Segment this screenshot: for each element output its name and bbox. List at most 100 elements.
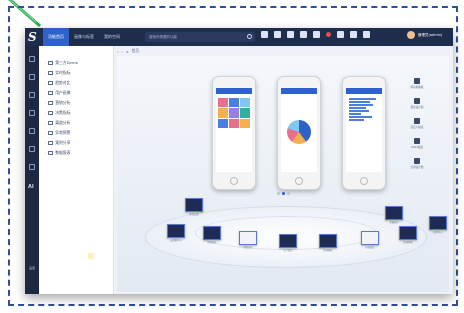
- feature-item[interactable]: 自定义报表: [402, 118, 432, 129]
- lock-icon[interactable]: [300, 31, 307, 38]
- chevron-right-icon: ›: [45, 101, 47, 105]
- dashboard-thumbnail[interactable]: 指挥中心: [429, 216, 447, 234]
- pie-chart-icon: [287, 120, 311, 144]
- chevron-right-icon: ›: [45, 111, 47, 115]
- phone-screen: [281, 88, 317, 172]
- folder-icon[interactable]: [29, 128, 35, 134]
- phone-screen: [216, 88, 252, 172]
- folder-icon: [48, 131, 54, 135]
- feature-item[interactable]: 大屏设计器: [402, 158, 432, 169]
- carousel-dot-active[interactable]: [282, 192, 285, 195]
- chevron-right-icon[interactable]: ›: [122, 49, 124, 54]
- settings-icon[interactable]: [337, 31, 344, 38]
- grid-icon[interactable]: [350, 31, 357, 38]
- dashboard-thumbnail[interactable]: 生产监控: [279, 234, 297, 252]
- tree-item[interactable]: › 第三方Demo: [45, 60, 78, 66]
- folder-icon: [48, 111, 54, 115]
- avatar[interactable]: [407, 31, 415, 39]
- app-logo[interactable]: S: [28, 29, 40, 45]
- dashboard-thumbnail[interactable]: 运营监控: [361, 231, 379, 249]
- folder-icon: [48, 81, 54, 85]
- tile-grid: [218, 98, 250, 128]
- carousel-dot[interactable]: [277, 192, 280, 195]
- chevron-right-icon: ›: [45, 61, 47, 65]
- puzzle-icon: [414, 138, 420, 144]
- feature-item[interactable]: ADAS报表: [402, 138, 432, 149]
- dashboard-icon[interactable]: [29, 74, 35, 80]
- phone-preview[interactable]: [277, 76, 321, 190]
- feature-item[interactable]: 报表设计器: [402, 98, 432, 109]
- tree-item[interactable]: › 案例分享: [45, 140, 70, 146]
- folder-tree: › 第三方Demo › 实时指标 › 趋势对比 › 用户画像 › 营销分析 › 决策指标 ›…: [39, 46, 114, 294]
- dashboard-thumbnail[interactable]: 物流看板: [319, 234, 337, 252]
- phone-preview[interactable]: [342, 76, 386, 190]
- table-icon[interactable]: [29, 164, 35, 170]
- settings-nav-item[interactable]: 设置: [28, 266, 36, 270]
- chart-icon[interactable]: [29, 110, 35, 116]
- carousel-dot[interactable]: [287, 192, 290, 195]
- user-icon[interactable]: [363, 31, 370, 38]
- tree-item[interactable]: › 用户画像: [45, 90, 70, 96]
- dashboard-thumbnail[interactable]: 销售分析: [239, 231, 257, 249]
- monitor-icon[interactable]: [29, 56, 35, 62]
- breadcrumb: ‹ › ⌂ 首页: [117, 48, 139, 54]
- report-icon: [414, 98, 420, 104]
- toolbar-icons: [261, 31, 370, 38]
- phone-header: [346, 88, 382, 94]
- home-button-icon: [295, 177, 303, 185]
- tree-item[interactable]: › 营销分析: [45, 100, 70, 106]
- home-icon[interactable]: [261, 31, 268, 38]
- phone-preview[interactable]: [212, 76, 256, 190]
- mobile-icon: [414, 78, 420, 84]
- bell-icon[interactable]: [326, 32, 331, 37]
- menu-item-profiles[interactable]: 画像与标签: [69, 28, 99, 46]
- breadcrumb-item[interactable]: 首页: [131, 48, 139, 54]
- tree-item[interactable]: › 异常预警: [45, 130, 70, 136]
- user-label: 管理员(admin): [418, 32, 443, 37]
- ai-icon[interactable]: [287, 31, 294, 38]
- showcase-stage: 移动端看板 报表设计器 自定义报表 ADAS报表 大屏设计器 智慧交通 云数据中…: [117, 56, 449, 292]
- feature-item[interactable]: 移动端看板: [402, 78, 432, 89]
- search-icon[interactable]: [247, 34, 252, 39]
- report-icon[interactable]: [274, 31, 281, 38]
- chevron-right-icon: ›: [45, 141, 47, 145]
- tree-item[interactable]: › 实时指标: [45, 70, 70, 76]
- home-icon[interactable]: ⌂: [126, 49, 128, 54]
- tree-item[interactable]: › 数据报表: [45, 150, 70, 156]
- folder-icon: [48, 101, 54, 105]
- chevron-right-icon: ›: [45, 71, 47, 75]
- user-menu[interactable]: 管理员(admin): [407, 31, 442, 39]
- tree-item[interactable]: › 趋势对比: [45, 80, 70, 86]
- dashboard-thumbnail[interactable]: 金融风控: [385, 206, 403, 224]
- dashboard-thumbnail[interactable]: 智慧园区: [203, 226, 221, 244]
- tree-item[interactable]: › 决策指标: [45, 110, 70, 116]
- dashboard-thumbnail[interactable]: 智慧交通: [185, 198, 203, 216]
- top-navigation-bar: S 功能首页 画像与标签 我的空间 搜索你想要的功能 管理员(admin): [25, 28, 453, 46]
- phone-header: [216, 88, 252, 94]
- carousel-dots: [277, 192, 290, 195]
- cursor-highlight: [88, 253, 94, 259]
- document-icon[interactable]: [29, 92, 35, 98]
- database-icon[interactable]: [29, 146, 35, 152]
- ai-nav-item[interactable]: AI: [28, 184, 34, 190]
- folder-icon: [48, 71, 54, 75]
- tree-item[interactable]: › 渠道分析: [45, 120, 70, 126]
- chevron-right-icon: ›: [45, 121, 47, 125]
- menu-item-my-space[interactable]: 我的空间: [99, 28, 125, 46]
- palette-icon[interactable]: [313, 31, 320, 38]
- chevron-left-icon[interactable]: ‹: [117, 49, 119, 54]
- folder-icon: [48, 141, 54, 145]
- menu-item-home[interactable]: 功能首页: [43, 28, 69, 46]
- folder-icon: [48, 91, 54, 95]
- global-search[interactable]: 搜索你想要的功能: [145, 32, 255, 42]
- phone-header: [281, 88, 317, 94]
- dashboard-thumbnail[interactable]: 云数据中心: [167, 224, 185, 242]
- chevron-right-icon: ›: [45, 91, 47, 95]
- document-icon: [414, 118, 420, 124]
- chevron-right-icon: ›: [45, 81, 47, 85]
- dashboard-thumbnail[interactable]: 能源管理: [399, 226, 417, 244]
- app-window: S 功能首页 画像与标签 我的空间 搜索你想要的功能 管理员(admin) AI…: [25, 28, 453, 294]
- left-icon-sidebar: AI 设置: [25, 46, 39, 294]
- chevron-right-icon: ›: [45, 131, 47, 135]
- bar-list: [349, 98, 379, 122]
